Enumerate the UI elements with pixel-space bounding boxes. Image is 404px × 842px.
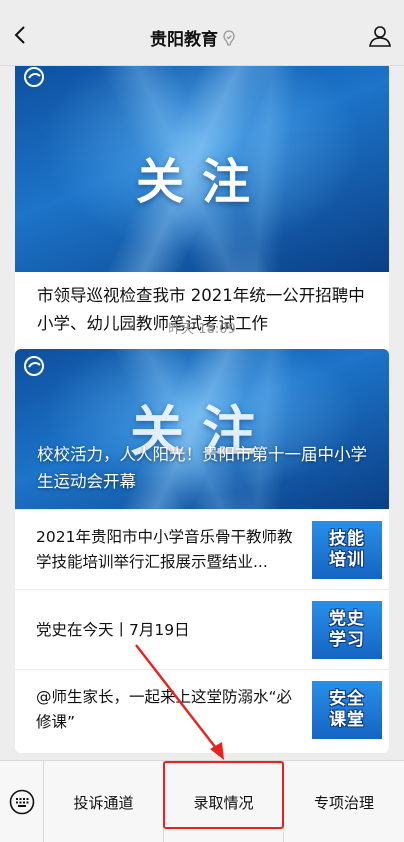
thumb-line: 安全 xyxy=(329,689,365,709)
keyboard-icon xyxy=(9,789,34,815)
list-item-thumbnail: 技能 培训 xyxy=(312,521,382,579)
thumb-line: 学习 xyxy=(329,630,365,650)
thumb-line: 技能 xyxy=(329,529,365,549)
list-item-thumbnail: 安全 课堂 xyxy=(312,681,382,739)
feature-article-title: 校校活力，人人阳光！贵阳市第十一届中小学生运动会开幕 xyxy=(37,445,367,491)
thumb-line: 培训 xyxy=(329,550,365,570)
brand-logo-icon xyxy=(24,356,44,376)
thumb-line: 课堂 xyxy=(329,710,365,730)
list-item-title: @师生家长，一起来上这堂防溺水“必修课” xyxy=(36,688,293,731)
keyboard-toggle-button[interactable] xyxy=(0,761,44,842)
list-item-title: 党史在今天丨7月19日 xyxy=(36,620,190,639)
top-bar: 贵阳教育 xyxy=(0,0,404,66)
banner-headline: 关注 xyxy=(135,154,268,210)
menu-special-governance[interactable]: 专项治理 xyxy=(284,761,404,842)
list-item-thumbnail: 党史 学习 xyxy=(312,601,382,659)
article-group-card: 关注 校校活力，人人阳光！贵阳市第十一届中小学生运动会开幕 2021年贵阳市中小… xyxy=(15,349,389,753)
article-card[interactable]: 关注 市领导巡视检查我市 2021年统一公开招聘中小学、幼儿园教师笔试考试工作 xyxy=(15,66,389,356)
thumb-line: 党史 xyxy=(329,609,365,629)
list-item[interactable]: @师生家长，一起来上这堂防溺水“必修课” 安全 课堂 xyxy=(15,669,389,749)
verified-badge-icon xyxy=(223,29,235,46)
list-item-title: 2021年贵阳市中小学音乐骨干教师教学技能培训举行汇报展示暨结业... xyxy=(36,528,293,571)
account-title: 贵阳教育 xyxy=(150,25,236,50)
user-profile-icon[interactable] xyxy=(368,24,392,48)
chevron-left-icon[interactable] xyxy=(10,24,32,46)
message-timestamp: 昨天 18:09 xyxy=(168,322,236,337)
page-title: 贵阳教育 xyxy=(150,30,218,50)
brand-logo-icon xyxy=(24,67,44,87)
menu-complaint-channel[interactable]: 投诉通道 xyxy=(44,761,164,842)
message-feed[interactable]: 关注 市领导巡视检查我市 2021年统一公开招聘中小学、幼儿园教师笔试考试工作 … xyxy=(0,66,404,760)
feature-article[interactable]: 关注 校校活力，人人阳光！贵阳市第十一届中小学生运动会开幕 xyxy=(15,349,389,509)
article-banner: 关注 xyxy=(15,66,389,272)
list-item[interactable]: 2021年贵阳市中小学音乐骨干教师教学技能培训举行汇报展示暨结业... 技能 培训 xyxy=(15,509,389,589)
list-item[interactable]: 党史在今天丨7月19日 党史 学习 xyxy=(15,589,389,669)
highlight-annotation-box xyxy=(163,761,284,829)
